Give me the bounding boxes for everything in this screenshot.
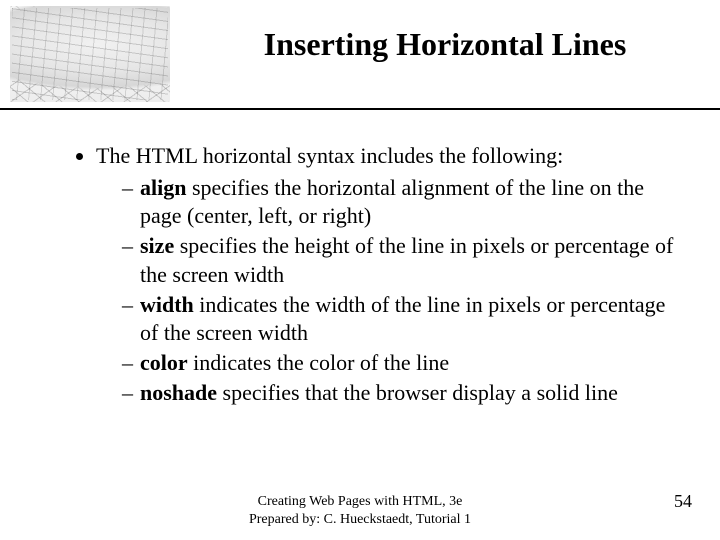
term: align [140, 175, 186, 200]
term: color [140, 350, 188, 375]
footer: Creating Web Pages with HTML, 3e Prepare… [0, 493, 720, 528]
sub-bullet: width indicates the width of the line in… [122, 291, 680, 347]
slide-title: Inserting Horizontal Lines [190, 26, 700, 63]
definition: indicates the width of the line in pixel… [140, 292, 665, 345]
term: width [140, 292, 194, 317]
term: size [140, 233, 174, 258]
definition: specifies the height of the line in pixe… [140, 233, 673, 286]
definition: indicates the color of the line [188, 350, 449, 375]
page-number: 54 [674, 491, 692, 512]
definition: specifies that the browser display a sol… [217, 380, 618, 405]
sub-bullet: noshade specifies that the browser displ… [122, 379, 680, 407]
term: noshade [140, 380, 217, 405]
definition: specifies the horizontal alignment of th… [140, 175, 644, 228]
sub-bullet: align specifies the horizontal alignment… [122, 174, 680, 230]
divider [0, 108, 720, 110]
lead-text: The HTML horizontal syntax includes the … [96, 143, 563, 168]
footer-line-1: Creating Web Pages with HTML, 3e [0, 493, 720, 511]
footer-line-2: Prepared by: C. Hueckstaedt, Tutorial 1 [0, 511, 720, 529]
slide-body: The HTML horizontal syntax includes the … [70, 142, 680, 409]
lead-bullet: The HTML horizontal syntax includes the … [96, 142, 680, 407]
sub-bullet: size specifies the height of the line in… [122, 232, 680, 288]
decorative-image [10, 6, 170, 102]
sub-bullet: color indicates the color of the line [122, 349, 680, 377]
